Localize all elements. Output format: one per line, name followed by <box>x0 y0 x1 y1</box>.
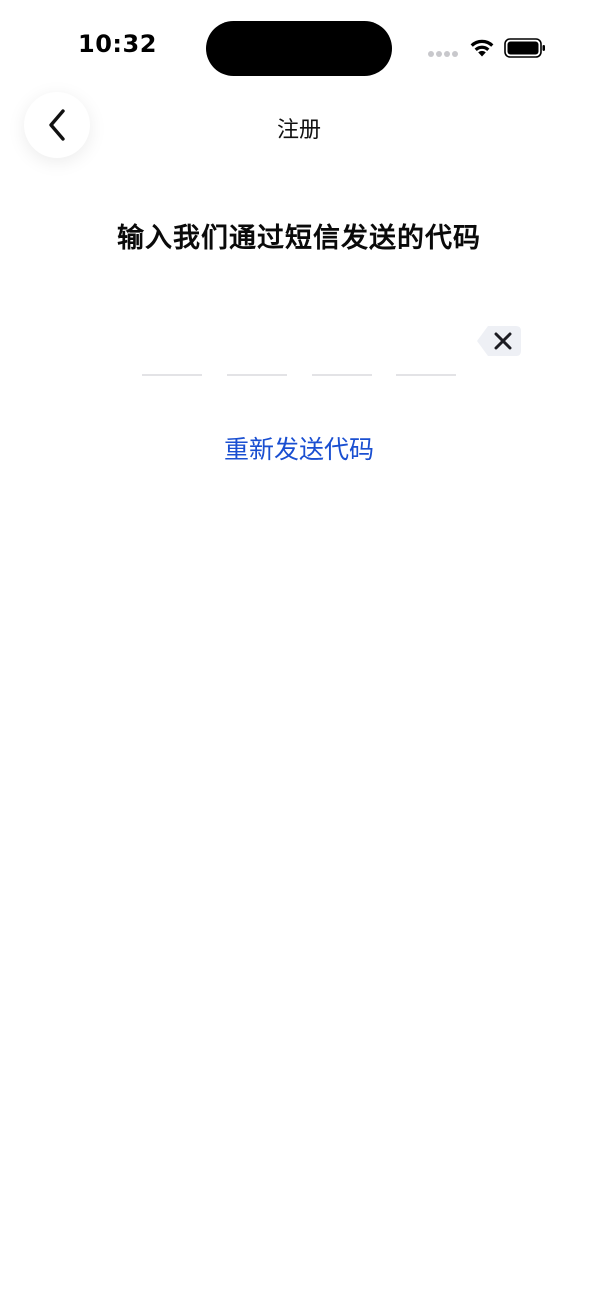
battery-icon <box>504 38 545 58</box>
nav-header: 注册 <box>0 90 598 162</box>
code-digit-2[interactable] <box>227 318 287 376</box>
code-digit-4[interactable] <box>396 318 456 376</box>
instruction-headline: 输入我们通过短信发送的代码 <box>117 223 481 254</box>
code-digit-3[interactable] <box>312 318 372 376</box>
delete-button[interactable] <box>476 325 522 357</box>
wifi-icon <box>470 39 494 57</box>
backspace-icon <box>477 326 521 356</box>
resend-code-link[interactable]: 重新发送代码 <box>0 430 598 466</box>
status-time: 10:32 <box>78 30 157 58</box>
dynamic-island <box>206 21 392 76</box>
code-input-row <box>142 318 458 378</box>
page-title: 注册 <box>276 118 321 143</box>
status-bar: 10:32 <box>0 0 598 96</box>
code-digit-1[interactable] <box>142 318 202 376</box>
cellular-signal-icon <box>428 51 458 57</box>
